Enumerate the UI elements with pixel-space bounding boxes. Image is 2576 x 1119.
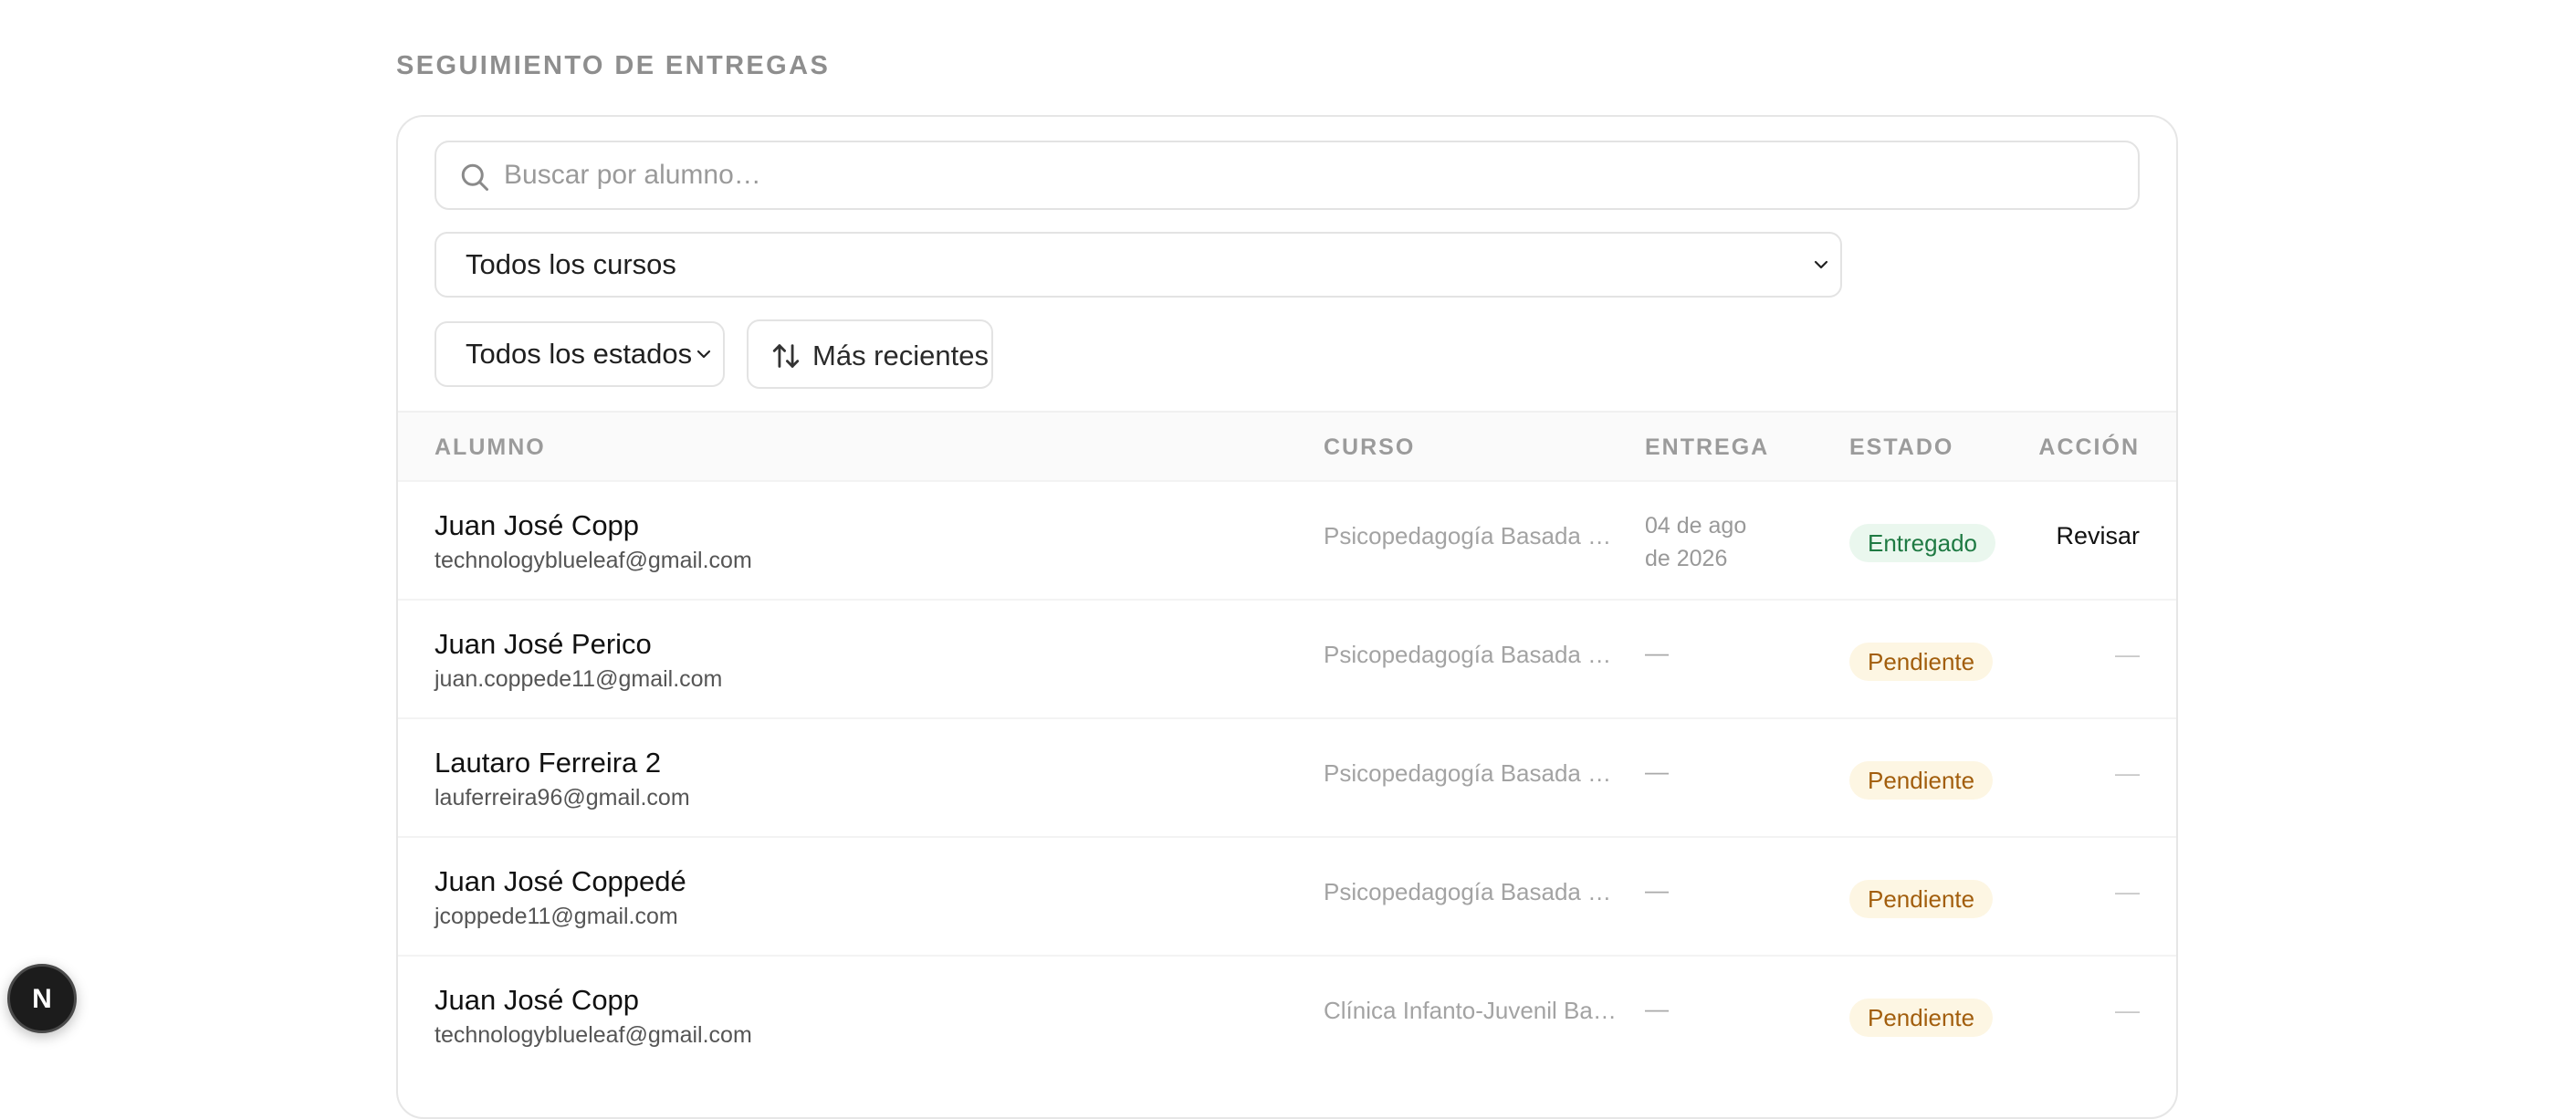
status-filter-value: Todos los estados	[466, 338, 693, 370]
delivery-date: —	[1645, 639, 1669, 666]
section-title: SEGUIMIENTO DE ENTREGAS	[396, 51, 831, 80]
action-placeholder: —	[2115, 641, 2140, 668]
course-name: Psicopedagogía Basada en…	[1324, 759, 1618, 787]
header-delivery: ENTREGA	[1645, 434, 1770, 460]
delivery-date: —	[1645, 876, 1669, 904]
student-name: Juan José Perico	[435, 628, 652, 660]
deliveries-card: Todos los cursos Todos los estados Más r…	[396, 115, 2178, 1119]
student-email: technologyblueleaf@gmail.com	[435, 1022, 752, 1048]
delivery-date: —	[1645, 758, 1669, 785]
table-row: Juan José Coppedé jcoppede11@gmail.com P…	[398, 836, 2176, 955]
student-email: technologyblueleaf@gmail.com	[435, 548, 752, 573]
course-name: Psicopedagogía Basada en…	[1324, 878, 1618, 905]
nextjs-logo-icon: N	[32, 984, 52, 1014]
student-name: Lautaro Ferreira 2	[435, 747, 662, 779]
header-course: CURSO	[1324, 434, 1416, 460]
status-filter-select[interactable]: Todos los estados	[435, 321, 725, 387]
search-icon	[461, 163, 488, 191]
search-box[interactable]	[435, 141, 2140, 210]
dev-badge-letter: N	[32, 984, 52, 1014]
action-placeholder: —	[2115, 878, 2140, 905]
delivery-date: —	[1645, 995, 1669, 1022]
header-student: ALUMNO	[435, 434, 546, 460]
search-input[interactable]	[504, 142, 2110, 208]
chevron-down-icon	[1814, 260, 1828, 269]
sort-button[interactable]: Más recientes	[747, 319, 993, 389]
course-name: Clínica Infanto-Juvenil Bas…	[1324, 997, 1618, 1024]
status-badge: Pendiente	[1849, 880, 1994, 918]
student-name: Juan José Coppedé	[435, 865, 686, 897]
course-filter-select[interactable]: Todos los cursos	[435, 232, 1842, 298]
header-action: ACCIÓN	[2038, 434, 2140, 460]
sort-arrows-icon	[772, 344, 800, 368]
status-badge: Pendiente	[1849, 761, 1994, 800]
table-row: Juan José Perico juan.coppede11@gmail.co…	[398, 599, 2176, 717]
table-header: ALUMNO CURSO ENTREGA ESTADO ACCIÓN	[398, 411, 2176, 480]
status-badge: Entregado	[1849, 524, 1995, 562]
sort-label: Más recientes	[812, 340, 989, 371]
action-placeholder: —	[2115, 759, 2140, 787]
table-row: Juan José Copp technologyblueleaf@gmail.…	[398, 955, 2176, 1073]
chevron-down-icon	[696, 350, 711, 359]
course-filter-value: Todos los cursos	[466, 248, 676, 280]
student-name: Juan José Copp	[435, 984, 640, 1016]
student-email: juan.coppede11@gmail.com	[435, 666, 723, 692]
table-row: Juan José Copp technologyblueleaf@gmail.…	[398, 480, 2176, 599]
status-badge: Pendiente	[1849, 643, 1994, 681]
header-status: ESTADO	[1849, 434, 1954, 460]
review-link[interactable]: Revisar	[2056, 522, 2140, 550]
course-name: Psicopedagogía Basada en…	[1324, 522, 1618, 549]
student-email: jcoppede11@gmail.com	[435, 904, 678, 929]
nextjs-dev-indicator-button[interactable]: N	[7, 964, 77, 1033]
student-name: Juan José Copp	[435, 509, 640, 541]
table-row: Lautaro Ferreira 2 lauferreira96@gmail.c…	[398, 717, 2176, 836]
delivery-date: 04 de ago de 2026	[1645, 513, 1747, 571]
action-placeholder: —	[2115, 997, 2140, 1024]
student-email: lauferreira96@gmail.com	[435, 785, 690, 810]
course-name: Psicopedagogía Basada en…	[1324, 641, 1618, 668]
status-badge: Pendiente	[1849, 999, 1994, 1037]
